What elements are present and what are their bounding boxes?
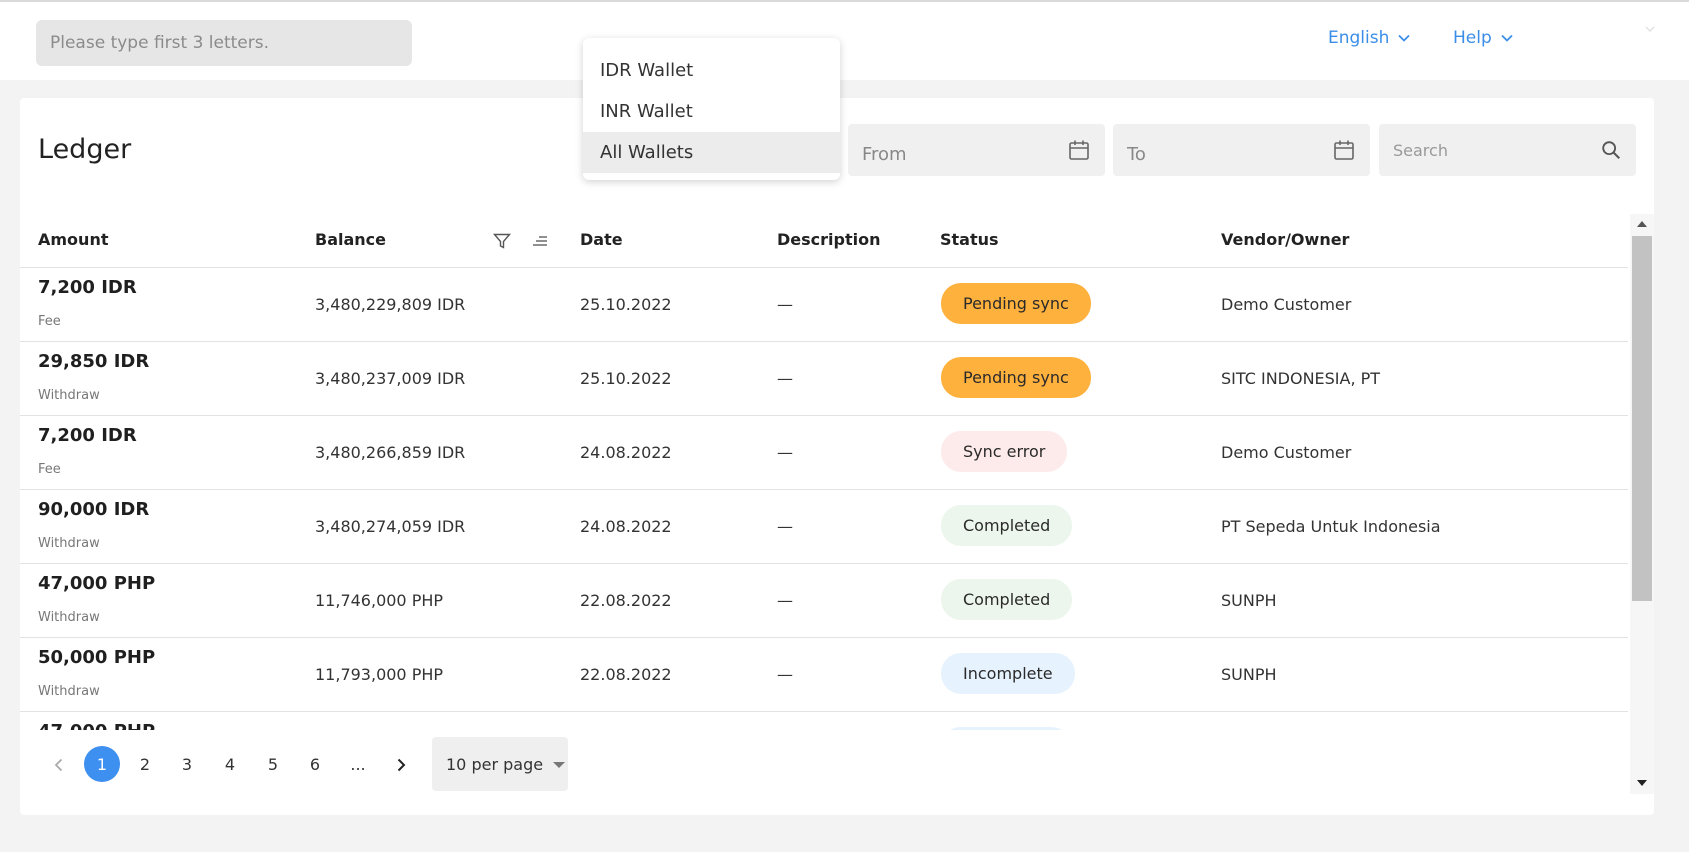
- transaction-type: Withdraw: [38, 684, 100, 699]
- table-row[interactable]: 47,000 PHP: [20, 712, 1628, 730]
- ledger-search: [1379, 124, 1636, 176]
- vendor: SUNPH: [1221, 591, 1277, 610]
- date: 25.10.2022: [580, 295, 672, 314]
- date: 22.08.2022: [580, 591, 672, 610]
- table-row[interactable]: 29,850 IDR Withdraw 3,480,237,009 IDR 25…: [20, 342, 1628, 416]
- column-header-description[interactable]: Description: [777, 230, 880, 249]
- help-menu[interactable]: Help: [1453, 28, 1514, 48]
- amount: 29,850 IDR: [38, 351, 150, 372]
- wallet-option-idr[interactable]: IDR Wallet: [583, 50, 840, 91]
- status-badge: Completed: [941, 505, 1073, 546]
- page-button-2[interactable]: 2: [127, 746, 163, 782]
- page-ellipsis[interactable]: ...: [340, 746, 376, 782]
- table-row[interactable]: 50,000 PHP Withdraw 11,793,000 PHP 22.08…: [20, 638, 1628, 712]
- calendar-icon[interactable]: [1067, 138, 1091, 162]
- scroll-thumb[interactable]: [1632, 236, 1652, 601]
- description: —: [777, 369, 793, 388]
- date: 24.08.2022: [580, 443, 672, 462]
- language-selector[interactable]: English: [1328, 28, 1411, 48]
- table-body: 7,200 IDR Fee 3,480,229,809 IDR 25.10.20…: [20, 268, 1628, 730]
- chevron-down-icon: [1501, 34, 1513, 42]
- table-row[interactable]: 47,000 PHP Withdraw 11,746,000 PHP 22.08…: [20, 564, 1628, 638]
- balance: 3,480,274,059 IDR: [315, 517, 466, 536]
- amount: 50,000 PHP: [38, 647, 156, 668]
- status-badge: [941, 727, 1071, 730]
- balance: 3,480,229,809 IDR: [315, 295, 466, 314]
- status-badge: Incomplete: [941, 653, 1075, 694]
- table-header: Amount Balance Date Description Status V…: [20, 214, 1628, 268]
- help-label: Help: [1453, 28, 1492, 48]
- column-header-balance[interactable]: Balance: [315, 230, 386, 249]
- wallet-option-all[interactable]: All Wallets: [583, 132, 840, 173]
- balance: 11,793,000 PHP: [315, 665, 444, 684]
- global-search-input[interactable]: [36, 20, 412, 66]
- amount: 47,000 PHP: [38, 573, 156, 594]
- description: —: [777, 591, 793, 610]
- ledger-search-input[interactable]: [1393, 140, 1583, 160]
- column-header-amount[interactable]: Amount: [38, 230, 108, 249]
- balance: 3,480,237,009 IDR: [315, 369, 466, 388]
- balance: 11,746,000 PHP: [315, 591, 444, 610]
- filter-icon[interactable]: [492, 231, 512, 251]
- column-header-status[interactable]: Status: [940, 230, 999, 249]
- status-badge: Pending sync: [941, 283, 1091, 324]
- calendar-icon[interactable]: [1332, 138, 1356, 162]
- description: —: [777, 665, 793, 684]
- vendor: Demo Customer: [1221, 443, 1352, 462]
- per-page-select[interactable]: 10 per page: [432, 737, 568, 791]
- table-row[interactable]: 7,200 IDR Fee 3,480,229,809 IDR 25.10.20…: [20, 268, 1628, 342]
- amount: 7,200 IDR: [38, 425, 137, 446]
- transaction-type: Fee: [38, 314, 61, 329]
- sort-icon[interactable]: [530, 231, 550, 251]
- user-menu-chevron-icon[interactable]: [1643, 22, 1657, 36]
- balance: 3,480,266,859 IDR: [315, 443, 466, 462]
- column-header-date[interactable]: Date: [580, 230, 623, 249]
- scroll-up-icon[interactable]: [1635, 219, 1649, 229]
- date: 25.10.2022: [580, 369, 672, 388]
- amount: 7,200 IDR: [38, 277, 137, 298]
- scroll-down-icon[interactable]: [1635, 778, 1649, 788]
- transaction-type: Fee: [38, 462, 61, 477]
- page-button-6[interactable]: 6: [297, 746, 333, 782]
- description: —: [777, 295, 793, 314]
- transaction-type: Withdraw: [38, 536, 100, 551]
- wallet-option-inr[interactable]: INR Wallet: [583, 91, 840, 132]
- date: 22.08.2022: [580, 665, 672, 684]
- vendor: SITC INDONESIA, PT: [1221, 369, 1381, 388]
- page-button-5[interactable]: 5: [255, 746, 291, 782]
- status-badge: Completed: [941, 579, 1073, 620]
- from-date-placeholder: From: [862, 143, 907, 165]
- caret-down-icon: [553, 762, 566, 768]
- to-date-field[interactable]: To: [1113, 124, 1370, 176]
- transaction-type: Withdraw: [38, 388, 100, 403]
- page-button-4[interactable]: 4: [212, 746, 248, 782]
- description: —: [777, 443, 793, 462]
- to-date-placeholder: To: [1127, 143, 1146, 165]
- vendor: Demo Customer: [1221, 295, 1352, 314]
- next-page-icon[interactable]: [390, 754, 412, 776]
- vendor: PT Sepeda Untuk Indonesia: [1221, 517, 1441, 536]
- from-date-field[interactable]: From: [848, 124, 1105, 176]
- amount: 47,000 PHP: [38, 721, 155, 730]
- page-title: Ledger: [38, 134, 132, 165]
- top-bar: English Help: [0, 0, 1689, 80]
- status-badge: Sync error: [941, 431, 1068, 472]
- table-row[interactable]: 7,200 IDR Fee 3,480,266,859 IDR 24.08.20…: [20, 416, 1628, 490]
- search-icon[interactable]: [1600, 139, 1622, 161]
- description: —: [777, 517, 793, 536]
- transaction-type: Withdraw: [38, 610, 100, 625]
- per-page-label: 10 per page: [446, 754, 544, 774]
- amount: 90,000 IDR: [38, 499, 150, 520]
- prev-page-icon[interactable]: [48, 754, 70, 776]
- date: 24.08.2022: [580, 517, 672, 536]
- chevron-down-icon: [1398, 34, 1411, 42]
- page-button-1[interactable]: 1: [84, 746, 120, 782]
- page-button-3[interactable]: 3: [169, 746, 205, 782]
- column-header-vendor[interactable]: Vendor/Owner: [1221, 230, 1349, 249]
- status-badge: Pending sync: [941, 357, 1091, 398]
- wallet-dropdown: IDR Wallet INR Wallet All Wallets: [583, 38, 840, 180]
- vendor: SUNPH: [1221, 665, 1277, 684]
- language-label: English: [1328, 28, 1390, 48]
- table-row[interactable]: 90,000 IDR Withdraw 3,480,274,059 IDR 24…: [20, 490, 1628, 564]
